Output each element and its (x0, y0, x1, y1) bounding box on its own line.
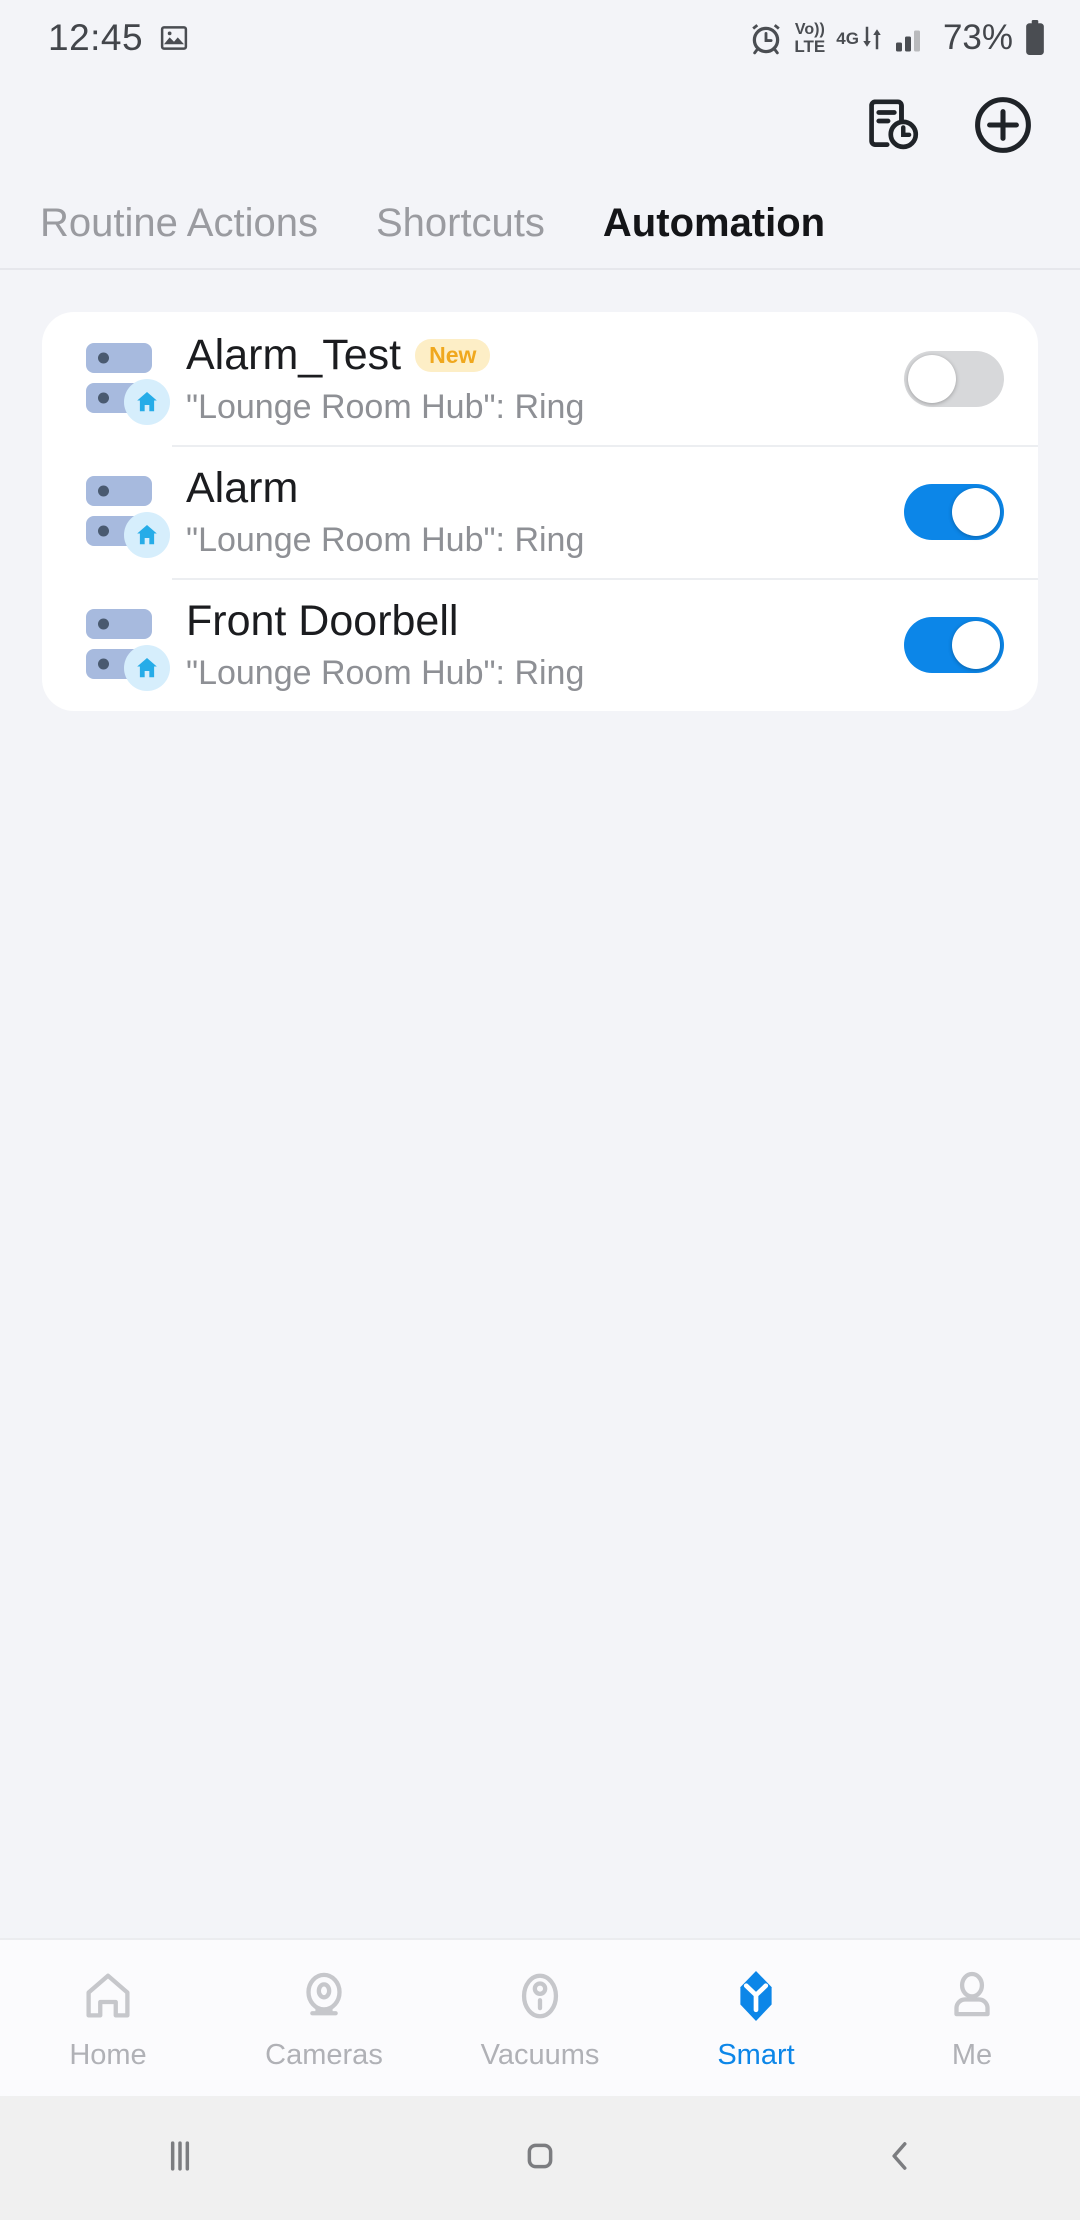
home-button[interactable] (460, 2096, 620, 2220)
row-text: Alarm "Lounge Room Hub": Ring (186, 464, 904, 560)
volte-icon: Vo)) LTE (794, 20, 826, 56)
nav-item-vacuums[interactable]: Vacuums (432, 1965, 648, 2072)
hub-home-icon (72, 335, 172, 425)
person-icon (944, 1965, 1000, 2027)
nav-label: Me (951, 2038, 993, 2071)
status-bar: 12:45 Vo)) LTE 4G 73% (0, 0, 1080, 76)
recents-button[interactable] (100, 2096, 260, 2220)
status-bar-left: 12:45 (48, 17, 189, 59)
tab-shortcuts[interactable]: Shortcuts (370, 197, 551, 250)
hub-home-icon (72, 468, 172, 558)
tab-automation[interactable]: Automation (597, 197, 831, 250)
back-button[interactable] (820, 2096, 980, 2220)
automation-subtitle: "Lounge Room Hub": Ring (186, 520, 585, 559)
android-system-nav (0, 2096, 1080, 2220)
vacuum-icon (512, 1965, 568, 2027)
add-button[interactable] (970, 94, 1036, 160)
battery-icon (1024, 20, 1046, 56)
automation-list-container: Alarm_Test New "Lounge Room Hub": Ring A… (0, 270, 1080, 1938)
automation-title: Alarm (186, 463, 299, 512)
status-bar-right: Vo)) LTE 4G 73% (749, 18, 1046, 58)
nav-item-smart[interactable]: Smart (648, 1965, 864, 2072)
nav-item-home[interactable]: Home (0, 1965, 216, 2072)
plus-circle-icon (973, 95, 1033, 160)
recents-icon (158, 2134, 202, 2183)
automation-card: Alarm_Test New "Lounge Room Hub": Ring A… (42, 312, 1038, 711)
nav-label: Vacuums (480, 2038, 600, 2071)
alarm-icon (749, 21, 783, 55)
table-row[interactable]: Alarm_Test New "Lounge Room Hub": Ring (42, 312, 1038, 445)
automation-title: Front Doorbell (186, 596, 459, 645)
table-row[interactable]: Front Doorbell "Lounge Room Hub": Ring (42, 578, 1038, 711)
camera-icon (296, 1965, 352, 2027)
home-square-icon (518, 2134, 562, 2183)
house-icon (80, 1965, 136, 2027)
house-badge-icon (124, 644, 170, 691)
back-chevron-icon (878, 2134, 922, 2183)
smart-cube-icon (727, 1965, 785, 2027)
table-row[interactable]: Alarm "Lounge Room Hub": Ring (42, 445, 1038, 578)
house-badge-icon (124, 511, 170, 558)
nav-item-cameras[interactable]: Cameras (216, 1965, 432, 2072)
automation-subtitle: "Lounge Room Hub": Ring (186, 387, 585, 426)
nav-label: Home (69, 2038, 147, 2071)
nav-label: Smart (717, 2038, 795, 2071)
automation-toggle[interactable] (904, 616, 1004, 673)
automation-toggle[interactable] (904, 483, 1004, 540)
image-icon (159, 23, 189, 53)
hub-home-icon (72, 601, 172, 691)
status-time: 12:45 (48, 17, 144, 58)
nav-label: Cameras (265, 2038, 383, 2071)
row-title-line: Alarm (186, 464, 904, 513)
battery-percent: 73% (942, 18, 1013, 57)
automation-title: Alarm_Test (186, 330, 402, 379)
row-title-line: Alarm_Test New (186, 331, 904, 380)
phone-screen: 12:45 Vo)) LTE 4G 73% Routine Actions Sh… (0, 0, 1080, 2220)
header-action-bar (0, 76, 1080, 178)
tab-routine-actions[interactable]: Routine Actions (34, 197, 324, 250)
log-history-button[interactable] (860, 94, 926, 160)
nav-item-me[interactable]: Me (864, 1965, 1080, 2072)
signal-icon (894, 23, 928, 53)
tab-bar: Routine Actions Shortcuts Automation (0, 178, 1080, 270)
4g-data-icon: 4G (836, 23, 883, 53)
automation-toggle[interactable] (904, 350, 1004, 407)
row-title-line: Front Doorbell (186, 597, 904, 646)
automation-subtitle: "Lounge Room Hub": Ring (186, 653, 585, 692)
row-text: Alarm_Test New "Lounge Room Hub": Ring (186, 331, 904, 427)
status-badge: New (415, 338, 491, 372)
document-clock-icon (864, 96, 922, 159)
row-text: Front Doorbell "Lounge Room Hub": Ring (186, 597, 904, 693)
house-badge-icon (124, 378, 170, 425)
bottom-navigation-bar: Home Cameras Vacuums Smart Me (0, 1938, 1080, 2096)
